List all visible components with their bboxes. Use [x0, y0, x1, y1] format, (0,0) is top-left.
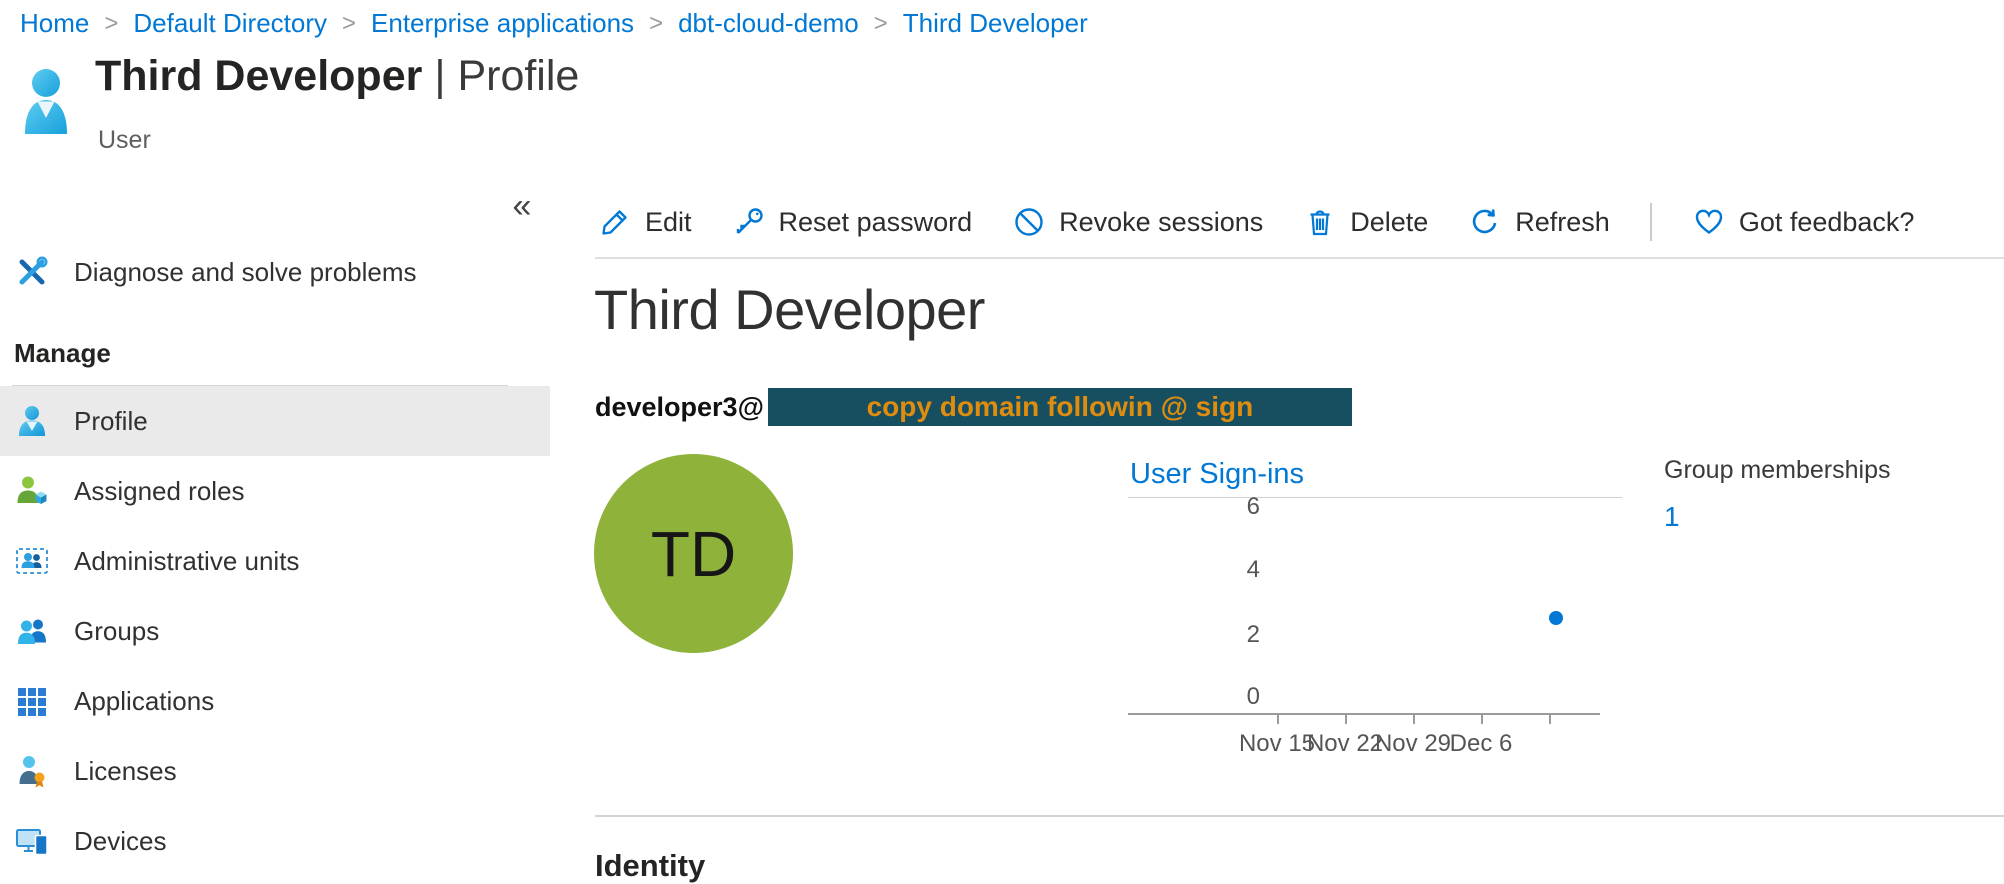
chart-title-underline: [1128, 497, 1622, 498]
sidebar-item-label: Licenses: [74, 756, 177, 787]
feedback-button[interactable]: Got feedback?: [1692, 205, 1915, 239]
sidebar-item-label: Diagnose and solve problems: [74, 257, 417, 288]
delete-label: Delete: [1350, 207, 1428, 238]
redaction-text: copy domain followin @ sign: [867, 391, 1254, 423]
breadcrumb-default-directory[interactable]: Default Directory: [133, 8, 327, 39]
person-icon: [14, 403, 50, 439]
license-icon: [14, 753, 50, 789]
breadcrumb-separator: >: [649, 10, 663, 38]
upn-prefix: developer3@: [595, 392, 764, 423]
section-divider: [595, 815, 2004, 817]
x-axis-label: Nov 15: [1239, 730, 1315, 758]
toolbar-separator: [1650, 203, 1652, 241]
trash-icon: [1303, 205, 1337, 239]
user-sign-ins-chart: User Sign-ins 6 4 2 0 Nov 15 Nov 22 Nov …: [1128, 458, 1633, 788]
identity-section-heading: Identity: [595, 848, 705, 884]
edit-button[interactable]: Edit: [598, 205, 692, 239]
refresh-icon: [1468, 205, 1502, 239]
devices-icon: [14, 823, 50, 859]
x-axis-tickmark: [1413, 715, 1415, 724]
avatar: TD: [594, 454, 793, 653]
sidebar: Diagnose and solve problems Manage Profi…: [0, 237, 550, 876]
sidebar-item-profile[interactable]: Profile: [0, 386, 550, 456]
x-axis-label: Dec 6: [1450, 730, 1513, 758]
breadcrumb-dbt-cloud-demo[interactable]: dbt-cloud-demo: [678, 8, 859, 39]
y-axis-tick: 0: [1220, 683, 1260, 711]
x-axis-tickmark: [1549, 715, 1551, 724]
page-subtitle: User: [98, 126, 151, 155]
delete-button[interactable]: Delete: [1303, 205, 1428, 239]
signin-dot: [1549, 611, 1563, 625]
refresh-label: Refresh: [1515, 207, 1610, 238]
sidebar-item-label: Assigned roles: [74, 476, 245, 507]
heart-icon: [1692, 205, 1726, 239]
page-title-divider: |: [434, 52, 445, 100]
sidebar-item-label: Groups: [74, 616, 159, 647]
sidebar-item-label: Profile: [74, 406, 148, 437]
sidebar-item-diagnose[interactable]: Diagnose and solve problems: [0, 237, 550, 307]
x-axis-tickmark: [1481, 715, 1483, 724]
sidebar-item-applications[interactable]: Applications: [0, 666, 550, 736]
block-icon: [1012, 205, 1046, 239]
toolbar-divider: [595, 257, 2004, 259]
chart-title-link[interactable]: User Sign-ins: [1130, 458, 1304, 491]
breadcrumb-third-developer[interactable]: Third Developer: [903, 8, 1088, 39]
domain-redaction-sticker: copy domain followin @ sign: [768, 388, 1352, 426]
key-icon: [732, 205, 766, 239]
sidebar-item-label: Administrative units: [74, 546, 299, 577]
y-axis-tick: 4: [1220, 556, 1260, 584]
x-axis-label: Nov 22: [1307, 730, 1383, 758]
y-axis-tick: 2: [1220, 621, 1260, 649]
sidebar-item-groups[interactable]: Groups: [0, 596, 550, 666]
breadcrumb-separator: >: [104, 10, 118, 38]
page-title: Third Developer | Profile: [95, 52, 579, 101]
groups-icon: [14, 613, 50, 649]
tools-icon: [14, 254, 50, 290]
chevron-double-left-icon: «: [513, 187, 532, 226]
command-bar: Edit Reset password Revoke sessions: [598, 196, 1914, 248]
user-display-name: Third Developer: [594, 277, 985, 342]
group-memberships-label: Group memberships: [1664, 456, 1890, 485]
breadcrumb-home[interactable]: Home: [20, 8, 89, 39]
reset-password-label: Reset password: [779, 207, 973, 238]
admin-units-icon: [14, 543, 50, 579]
azure-user-profile-page: Home > Default Directory > Enterprise ap…: [0, 0, 2004, 884]
breadcrumb: Home > Default Directory > Enterprise ap…: [20, 8, 1088, 39]
sidebar-item-devices[interactable]: Devices: [0, 806, 550, 876]
sidebar-item-licenses[interactable]: Licenses: [0, 736, 550, 806]
breadcrumb-separator: >: [874, 10, 888, 38]
pencil-icon: [598, 205, 632, 239]
page-title-name: Third Developer: [95, 52, 422, 100]
edit-label: Edit: [645, 207, 692, 238]
sidebar-item-administrative-units[interactable]: Administrative units: [0, 526, 550, 596]
group-memberships-count-link[interactable]: 1: [1664, 501, 1890, 533]
avatar-initials: TD: [651, 517, 736, 591]
page-title-section: Profile: [457, 52, 579, 100]
sidebar-section-manage: Manage: [0, 331, 550, 375]
group-memberships-block: Group memberships 1: [1664, 456, 1890, 533]
person-cube-icon: [14, 473, 50, 509]
revoke-sessions-button[interactable]: Revoke sessions: [1012, 205, 1263, 239]
feedback-label: Got feedback?: [1739, 207, 1915, 238]
sidebar-item-assigned-roles[interactable]: Assigned roles: [0, 456, 550, 526]
breadcrumb-enterprise-applications[interactable]: Enterprise applications: [371, 8, 634, 39]
x-axis-line: [1128, 713, 1600, 715]
x-axis-tickmark: [1277, 715, 1279, 724]
sidebar-collapse-button[interactable]: «: [500, 184, 544, 228]
upn-row: developer3@ copy domain followin @ sign: [595, 388, 1352, 426]
breadcrumb-separator: >: [342, 10, 356, 38]
refresh-button[interactable]: Refresh: [1468, 205, 1610, 239]
sidebar-item-label: Applications: [74, 686, 214, 717]
sidebar-item-label: Devices: [74, 826, 166, 857]
revoke-sessions-label: Revoke sessions: [1059, 207, 1263, 238]
x-axis-tickmark: [1345, 715, 1347, 724]
user-avatar-icon: [22, 68, 70, 134]
x-axis-label: Nov 29: [1375, 730, 1451, 758]
grid-icon: [14, 683, 50, 719]
y-axis-tick: 6: [1220, 493, 1260, 521]
reset-password-button[interactable]: Reset password: [732, 205, 973, 239]
